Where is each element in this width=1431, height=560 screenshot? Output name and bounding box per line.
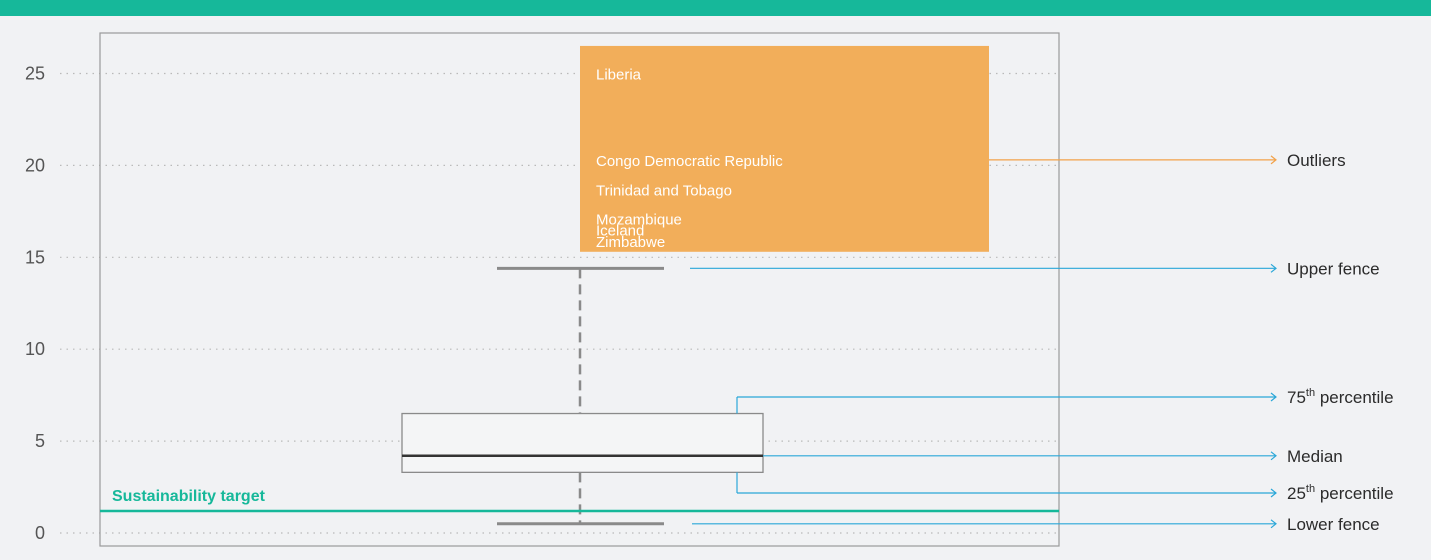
box-group (401, 266, 764, 526)
outliers-annotation: Outliers (1287, 151, 1346, 170)
y-tick-label: 0 (35, 523, 45, 543)
y-tick-label: 25 (25, 64, 45, 84)
y-tick-label: 20 (25, 155, 45, 175)
outlier-label: Liberia (596, 67, 642, 84)
interquartile-box (401, 412, 764, 473)
upper-fence-annotation: Upper fence (1287, 259, 1380, 278)
p75-annotation: 75th percentile (1287, 387, 1394, 407)
outlier-label: Trinidad and Tobago (596, 182, 732, 199)
box-plot-chart: 0 5 10 15 20 25 Liberia Congo Democratic Repub… (25, 32, 1394, 547)
y-tick-label: 10 (25, 339, 45, 359)
median-annotation: Median (1287, 447, 1343, 466)
sustainability-target-label: Sustainability target (112, 488, 266, 505)
p25-annotation: 25th percentile (1287, 483, 1394, 503)
y-tick-label: 5 (35, 431, 45, 451)
outliers-group: Liberia Congo Democratic Republic Trinidad… (580, 45, 989, 252)
lower-fence-annotation: Lower fence (1287, 515, 1380, 534)
y-axis-ticks: 0 5 10 15 20 25 (25, 64, 45, 544)
y-tick-label: 15 (25, 247, 45, 267)
outlier-label: Zimbabwe (596, 234, 665, 251)
outlier-label: Congo Democratic Republic (596, 153, 783, 170)
